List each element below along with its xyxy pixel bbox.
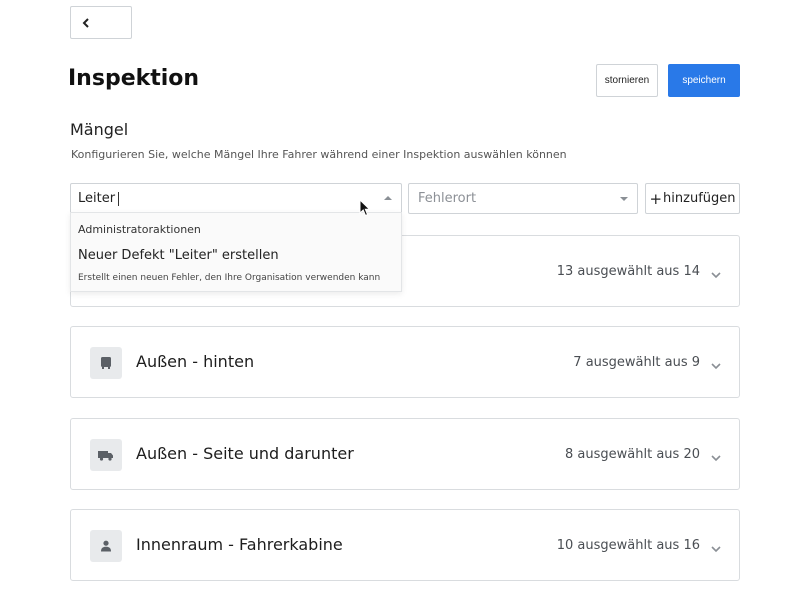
location-select[interactable]: Fehlerort xyxy=(408,183,638,214)
mouse-pointer-icon xyxy=(359,198,371,222)
chevron-down-icon[interactable] xyxy=(711,449,721,467)
page-title: Inspektion xyxy=(68,66,200,91)
back-button[interactable] xyxy=(70,6,132,39)
save-button[interactable]: speichern xyxy=(668,64,740,97)
chevron-down-icon[interactable] xyxy=(711,540,721,558)
category-card[interactable]: Außen - Seite und darunter 8 ausgewählt … xyxy=(70,418,740,490)
chevron-down-icon[interactable] xyxy=(711,357,721,375)
chevron-down-icon[interactable] xyxy=(620,197,628,201)
truck-side-icon xyxy=(90,439,122,471)
category-count: 8 ausgewählt aus 20 xyxy=(565,447,700,462)
category-card[interactable]: Außen - hinten 7 ausgewählt aus 9 xyxy=(70,326,740,398)
location-placeholder: Fehlerort xyxy=(418,191,477,206)
create-defect-option-subtitle: Erstellt einen neuen Fehler, den Ihre Or… xyxy=(78,273,381,283)
truck-rear-icon xyxy=(90,347,122,379)
category-label: Außen - Seite und darunter xyxy=(136,444,354,463)
category-count: 13 ausgewählt aus 14 xyxy=(556,264,700,279)
chevron-left-icon xyxy=(82,17,89,28)
section-description: Konfigurieren Sie, welche Mängel Ihre Fa… xyxy=(71,148,567,161)
section-title: Mängel xyxy=(70,120,129,139)
category-label: Innenraum - Fahrerkabine xyxy=(136,535,343,554)
text-caret xyxy=(118,191,120,206)
add-button[interactable]: + hinzufügen xyxy=(645,183,740,214)
chevron-up-icon[interactable] xyxy=(384,196,392,200)
defect-dropdown-menu: Administratoraktionen Neuer Defekt "Leit… xyxy=(70,212,402,292)
defect-select-input[interactable]: Leiter xyxy=(70,183,402,214)
category-label: Außen - hinten xyxy=(136,352,255,371)
create-defect-option-title: Neuer Defekt "Leiter" erstellen xyxy=(78,248,279,263)
cancel-button[interactable]: stornieren xyxy=(596,64,658,97)
category-count: 7 ausgewählt aus 9 xyxy=(573,355,700,370)
person-icon xyxy=(90,530,122,562)
category-count: 10 ausgewählt aus 16 xyxy=(556,538,700,553)
chevron-down-icon[interactable] xyxy=(711,266,721,284)
add-button-label: hinzufügen xyxy=(663,191,736,206)
category-card[interactable]: Innenraum - Fahrerkabine 10 ausgewählt a… xyxy=(70,509,740,581)
defect-input-value: Leiter xyxy=(78,191,116,206)
plus-icon: + xyxy=(649,189,663,208)
dropdown-group-label: Administratoraktionen xyxy=(78,223,201,236)
